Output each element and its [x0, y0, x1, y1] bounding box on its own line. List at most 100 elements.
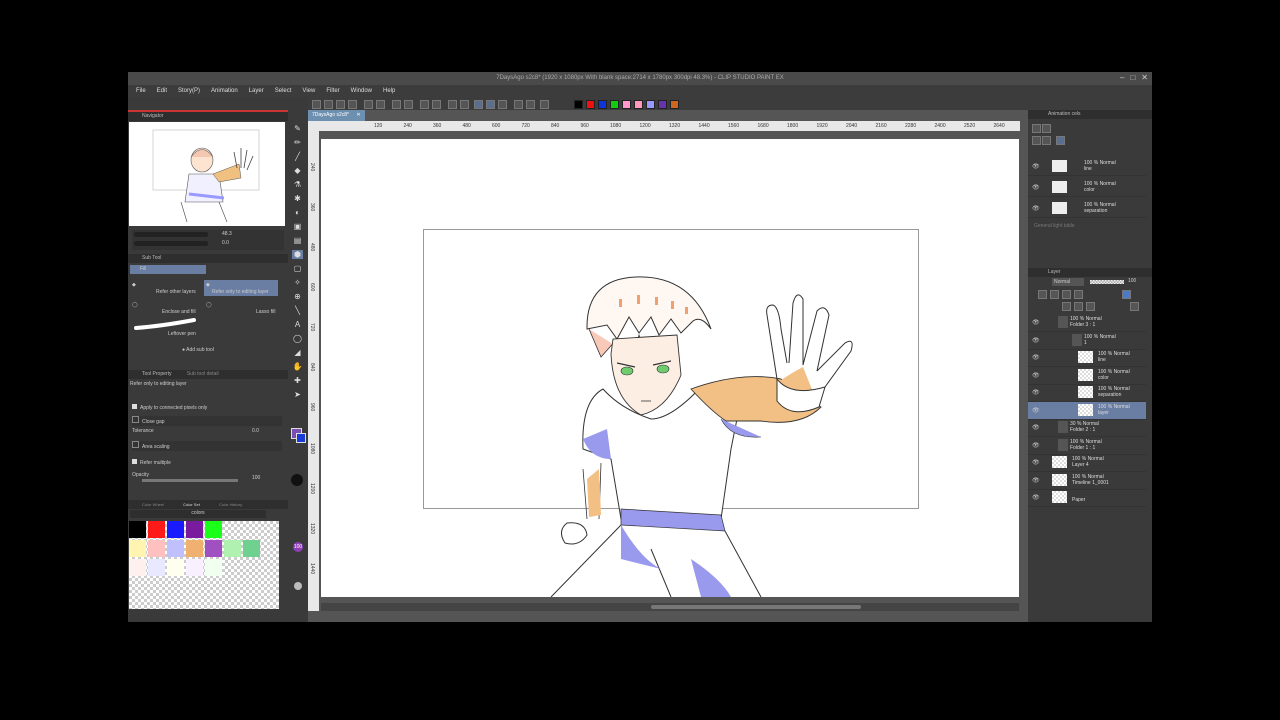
area-scaling-option[interactable]: Area scaling [132, 441, 282, 451]
color-set-cell[interactable] [129, 521, 146, 538]
frame-icon[interactable]: ▢ [292, 264, 303, 273]
menu-edit[interactable]: Edit [157, 88, 167, 94]
eye-icon[interactable]: 👁 [1032, 424, 1040, 431]
layer-row[interactable]: 👁 100 % Normal Layer 4 [1028, 454, 1146, 472]
eye-icon[interactable]: 👁 [1032, 205, 1040, 212]
color-set-cell[interactable] [224, 540, 241, 557]
layer-row[interactable]: 👁 100 % Normal color [1028, 367, 1146, 385]
close-icon[interactable]: ✕ [1141, 73, 1148, 82]
add-subtool-button[interactable]: ● Add sub tool [182, 347, 214, 353]
eye-icon[interactable]: 👁 [1032, 389, 1040, 396]
color-set-cell[interactable] [205, 521, 222, 538]
layer-row[interactable]: 👁 100 % Normal separation [1028, 384, 1146, 402]
menu-filter[interactable]: Filter [326, 88, 339, 94]
color-set-cell[interactable] [186, 540, 203, 557]
new-layer-icon[interactable] [1062, 302, 1071, 311]
minimize-icon[interactable]: – [1120, 73, 1124, 82]
opacity-slider[interactable] [142, 479, 238, 482]
color-set-cell[interactable] [148, 540, 165, 557]
menu-layer[interactable]: Layer [249, 88, 264, 94]
layer-mask-icon[interactable] [1074, 290, 1083, 299]
menu-story[interactable]: Story(P) [178, 88, 200, 94]
settings-icon[interactable] [514, 100, 523, 109]
layer-opacity-value[interactable]: 100 [1128, 278, 1136, 284]
brush-size-indicator[interactable] [291, 474, 303, 486]
layer-row[interactable]: 👁 30 % Normal Folder 2 : 1 [1028, 419, 1146, 437]
eye-icon[interactable]: 👁 [1032, 354, 1040, 361]
eye-icon[interactable]: 👁 [1032, 372, 1040, 379]
cel-row[interactable]: 👁 100 % Normal line [1028, 158, 1146, 176]
cel-prev-icon[interactable] [1032, 136, 1041, 145]
palette-swatch[interactable] [586, 100, 595, 109]
size-dot[interactable] [294, 582, 302, 590]
layer-lock-icon[interactable] [1038, 290, 1047, 299]
color-set-cell[interactable] [129, 540, 146, 557]
color-set-cell[interactable] [186, 559, 203, 576]
palette-swatch[interactable] [670, 100, 679, 109]
menu-select[interactable]: Select [275, 88, 292, 94]
fill-bucket-icon[interactable]: ⬢ [292, 250, 303, 259]
brush-icon[interactable]: ╱ [292, 152, 303, 161]
crop-icon[interactable] [404, 100, 413, 109]
layer-row[interactable]: 👁 100 % Normal 1 [1028, 332, 1146, 350]
cel-row[interactable]: 👁 100 % Normal separation [1028, 200, 1146, 218]
open-icon[interactable] [324, 100, 333, 109]
eye-icon[interactable]: 👁 [1032, 459, 1040, 466]
layer-row[interactable]: 👁 100 % Normal Timeline 1_0001 [1028, 472, 1146, 490]
subtool-refer-other[interactable]: ◆ Refer other layers [130, 280, 202, 296]
close-gap-checkbox[interactable] [132, 416, 139, 423]
merge-icon[interactable] [1086, 302, 1095, 311]
document-tab[interactable]: 7DaysAgo s2c8* ✕ [308, 110, 365, 121]
new-icon[interactable] [312, 100, 321, 109]
layer-ref-icon[interactable] [1062, 290, 1071, 299]
navigator-preview[interactable] [129, 122, 285, 226]
cel-folder-icon[interactable] [1042, 124, 1051, 133]
subtool-lasso-fill[interactable]: ◯ Lasso fill [204, 300, 278, 316]
apply-connected-checkbox[interactable] [132, 404, 137, 409]
move-icon[interactable]: ✚ [292, 376, 303, 385]
eye-icon[interactable]: 👁 [1032, 184, 1040, 191]
subtool-enclose-fill[interactable]: ◯ Enclose and fill [130, 300, 202, 316]
palette-swatch[interactable] [658, 100, 667, 109]
subtool-refer-editing[interactable]: ◆ Refer only to editing layer [204, 280, 278, 296]
palette-swatch[interactable] [598, 100, 607, 109]
color-set-cell[interactable] [148, 521, 165, 538]
new-folder-icon[interactable] [1074, 302, 1083, 311]
refer-multiple-checkbox[interactable] [132, 459, 137, 464]
fill-tool-icon[interactable]: ▣ [292, 222, 303, 231]
palette-swatch[interactable] [646, 100, 655, 109]
menu-file[interactable]: File [136, 88, 146, 94]
pen-icon[interactable]: ✎ [292, 124, 303, 133]
palette-swatch[interactable] [634, 100, 643, 109]
layer-row[interactable]: 👁 100 % Normal line [1028, 349, 1146, 367]
palette-swatch[interactable] [574, 100, 583, 109]
horizontal-scrollbar[interactable] [651, 605, 861, 609]
eye-icon[interactable]: 👁 [1032, 442, 1040, 449]
correct-line-icon[interactable]: ◢ [292, 348, 303, 357]
color-set-cell[interactable] [129, 559, 146, 576]
edit-icon[interactable] [498, 100, 507, 109]
eraser-icon[interactable]: ◆ [292, 166, 303, 175]
color-set-cell[interactable] [148, 559, 165, 576]
eye-icon[interactable]: 👁 [1032, 407, 1040, 414]
cel-onion-icon[interactable] [1056, 136, 1065, 145]
color-set-cell[interactable] [186, 521, 203, 538]
eye-icon[interactable]: 👁 [1032, 477, 1040, 484]
color-set-cell[interactable] [205, 559, 222, 576]
canvas-paper[interactable] [321, 139, 1019, 597]
eye-icon[interactable]: 👁 [1032, 337, 1040, 344]
maximize-icon[interactable]: □ [1130, 73, 1135, 82]
eye-icon[interactable]: 👁 [1032, 163, 1040, 170]
eyedropper-icon[interactable]: ✧ [292, 278, 303, 287]
hand-icon[interactable]: ✋ [292, 362, 303, 371]
menu-animation[interactable]: Animation [211, 88, 238, 94]
export-icon[interactable] [348, 100, 357, 109]
light-table-icon[interactable] [486, 100, 495, 109]
select-icon[interactable] [392, 100, 401, 109]
blend-icon[interactable]: ◐ [292, 208, 303, 217]
palette-swatch[interactable] [610, 100, 619, 109]
layer-row[interactable]: 👁 100 % Normal layer [1028, 401, 1146, 420]
apply-connected-option[interactable]: Apply to connected pixels only [132, 404, 282, 414]
object-icon[interactable]: ➤ [292, 390, 303, 399]
layer-clip-icon[interactable] [1050, 290, 1059, 299]
